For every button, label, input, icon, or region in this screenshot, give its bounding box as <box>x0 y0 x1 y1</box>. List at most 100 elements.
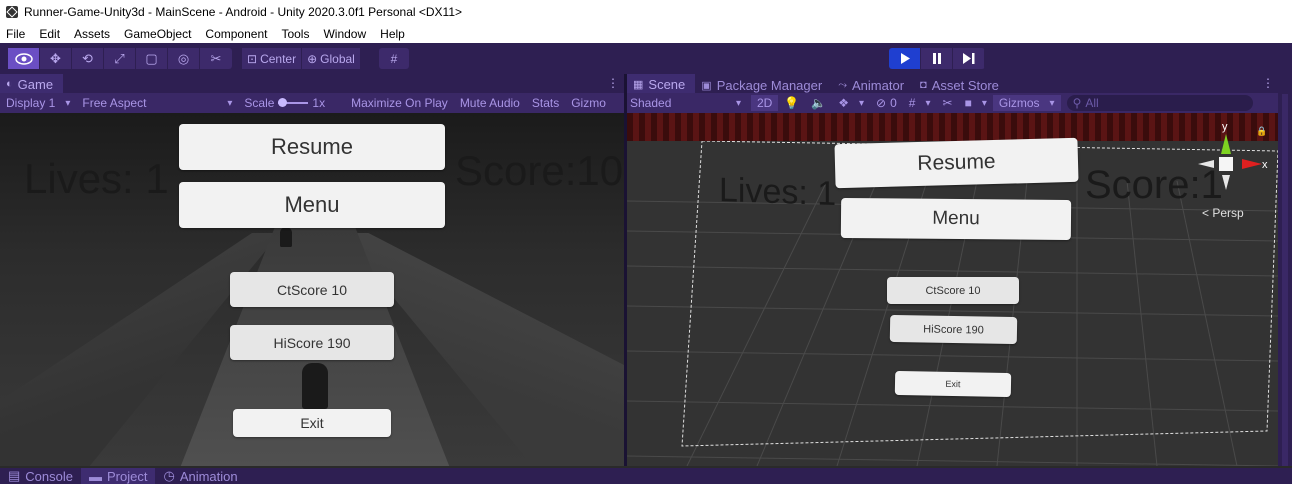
folder-icon: ▬ <box>89 468 102 484</box>
scale-tool-button[interactable]: ⤢ <box>104 48 136 69</box>
ctscore-button[interactable]: CtScore 10 <box>230 272 394 307</box>
hidden-objects-toggle[interactable]: ⊘ 0 <box>870 96 903 110</box>
tab-console[interactable]: ▤ Console <box>0 468 81 484</box>
move-tool-button[interactable]: ✥ <box>40 48 72 69</box>
globe-icon: ⊕ <box>307 51 318 66</box>
exit-button[interactable]: Exit <box>233 409 391 437</box>
scrollbar-track[interactable] <box>1282 94 1288 466</box>
gizmo-lock-icon[interactable]: 🔒 <box>1256 126 1267 136</box>
scale-slider[interactable] <box>278 98 309 107</box>
tab-project-label: Project <box>107 468 148 484</box>
neg-x-axis-cone[interactable] <box>1198 160 1214 168</box>
custom-tool-button[interactable]: ✂ <box>200 48 232 69</box>
gizmos-toggle[interactable]: Gizmo <box>565 96 612 110</box>
menu-button[interactable]: Menu <box>179 182 445 228</box>
menu-help[interactable]: Help <box>373 27 412 41</box>
curtain-backdrop <box>627 113 1278 143</box>
step-button[interactable] <box>953 48 985 69</box>
menu-bar: File Edit Assets GameObject Component To… <box>0 24 1292 43</box>
scene-ctscore-button[interactable]: CtScore 10 <box>887 277 1019 304</box>
audio-toggle[interactable]: 🔈 <box>805 96 832 110</box>
score-text: Score:10 <box>455 147 624 194</box>
grid-dropdown[interactable]: # <box>903 96 937 110</box>
neg-y-axis-cone[interactable] <box>1222 175 1230 190</box>
view-tool-button[interactable] <box>8 48 40 69</box>
scene-viewport[interactable]: Lives: 1 Score:1 Resume Menu CtScore 10 … <box>627 113 1278 466</box>
menu-window[interactable]: Window <box>316 27 373 41</box>
tab-scene[interactable]: ▦ Scene <box>627 74 696 94</box>
rotate-tool-button[interactable]: ⟲ <box>72 48 104 69</box>
menu-assets[interactable]: Assets <box>67 27 117 41</box>
scene-menu-button[interactable]: Menu <box>840 197 1072 241</box>
tab-asset-store[interactable]: ◘ Asset Store <box>914 76 1009 94</box>
space-label: Global <box>320 51 355 66</box>
mute-audio-toggle[interactable]: Mute Audio <box>454 96 526 110</box>
shading-mode-dropdown[interactable]: Shaded <box>627 96 747 110</box>
tools-toggle[interactable]: ✂ <box>937 96 959 110</box>
maximize-on-play-toggle[interactable]: Maximize On Play <box>345 96 454 110</box>
scale-control[interactable]: Scale 1x <box>238 96 331 110</box>
grid-icon: # <box>908 96 916 110</box>
menu-gameobject[interactable]: GameObject <box>117 27 198 41</box>
lives-text: Lives: 1 <box>24 155 169 202</box>
tools-icon: ✂ <box>942 96 953 110</box>
aspect-dropdown[interactable]: Free Aspect <box>76 96 238 110</box>
2d-toggle[interactable]: 2D <box>751 95 779 111</box>
hiscore-button[interactable]: HiScore 190 <box>230 325 394 360</box>
gizmo-y-label: y <box>1222 121 1228 133</box>
rect-tool-button[interactable]: ▢ <box>136 48 168 69</box>
scene-panel-menu-icon[interactable]: ⋮ <box>1262 76 1274 90</box>
projection-toggle[interactable]: < Persp <box>1202 206 1244 220</box>
tab-animation-label: Animation <box>179 468 238 484</box>
distant-runner <box>280 227 292 247</box>
menu-file[interactable]: File <box>0 27 32 41</box>
play-controls <box>889 48 985 69</box>
play-button[interactable] <box>889 48 921 69</box>
pivot-toggle-group: ⊡ Center ⊕ Global <box>242 48 361 69</box>
display-dropdown[interactable]: Display 1 <box>0 96 76 110</box>
transform-tool-button[interactable]: ◎ <box>168 48 200 69</box>
effects-dropdown[interactable]: ❖ <box>832 96 870 110</box>
menu-component[interactable]: Component <box>198 27 274 41</box>
scale-value: 1x <box>312 96 326 110</box>
scene-search-field[interactable]: ⚲ All <box>1066 95 1253 111</box>
tab-project[interactable]: ▬ Project <box>81 468 156 484</box>
pause-button[interactable] <box>921 48 953 69</box>
stats-toggle[interactable]: Stats <box>526 96 565 110</box>
scene-exit-button[interactable]: Exit <box>894 370 1012 398</box>
tab-package-manager[interactable]: ▣ Package Manager <box>695 76 832 94</box>
resume-button[interactable]: Resume <box>179 124 445 170</box>
scene-hiscore-button[interactable]: HiScore 190 <box>889 314 1018 345</box>
tab-package-manager-label: Package Manager <box>716 77 823 93</box>
shading-mode-label: Shaded <box>630 96 672 110</box>
pivot-space-button[interactable]: ⊕ Global <box>302 48 361 69</box>
search-placeholder: All <box>1085 96 1099 110</box>
right-scrollbar[interactable] <box>1278 74 1292 466</box>
game-viewport[interactable]: Lives: 1 Score:10 Resume Menu CtScore 10… <box>0 113 624 466</box>
scale-slider-thumb[interactable] <box>278 98 288 107</box>
orientation-gizmo[interactable]: y x 🔒 <box>1196 120 1272 200</box>
scene-resume-button[interactable]: Resume <box>834 137 1079 189</box>
camera-dropdown[interactable]: ■ <box>959 96 993 110</box>
tab-animation[interactable]: ◷ Animation <box>155 468 245 484</box>
gizmos-dropdown[interactable]: Gizmos <box>992 95 1061 111</box>
menu-tools[interactable]: Tools <box>274 27 316 41</box>
search-icon: ⚲ <box>1072 96 1082 110</box>
grid-snap-button[interactable]: # <box>379 48 409 69</box>
tab-game[interactable]: ◐ Game <box>0 74 64 94</box>
tab-animator[interactable]: ⤳ Animator <box>832 76 914 94</box>
tab-console-label: Console <box>25 468 73 484</box>
player-character <box>302 363 328 409</box>
menu-edit[interactable]: Edit <box>32 27 67 41</box>
gizmo-center-cube[interactable] <box>1219 157 1233 171</box>
unity-editor-window: Runner-Game-Unity3d - MainScene - Androi… <box>0 0 1292 484</box>
game-panel-menu-icon[interactable]: ⋮ <box>607 76 619 90</box>
gamepad-icon: ◐ <box>6 78 13 90</box>
lighting-toggle[interactable]: 💡 <box>778 96 805 110</box>
tools-icon: ✂ <box>210 50 222 66</box>
pivot-center-button[interactable]: ⊡ Center <box>242 48 303 69</box>
rect-icon: ▢ <box>145 50 158 66</box>
y-axis-cone[interactable] <box>1221 134 1231 154</box>
x-axis-cone[interactable] <box>1242 159 1262 169</box>
lightbulb-icon: 💡 <box>784 96 800 110</box>
